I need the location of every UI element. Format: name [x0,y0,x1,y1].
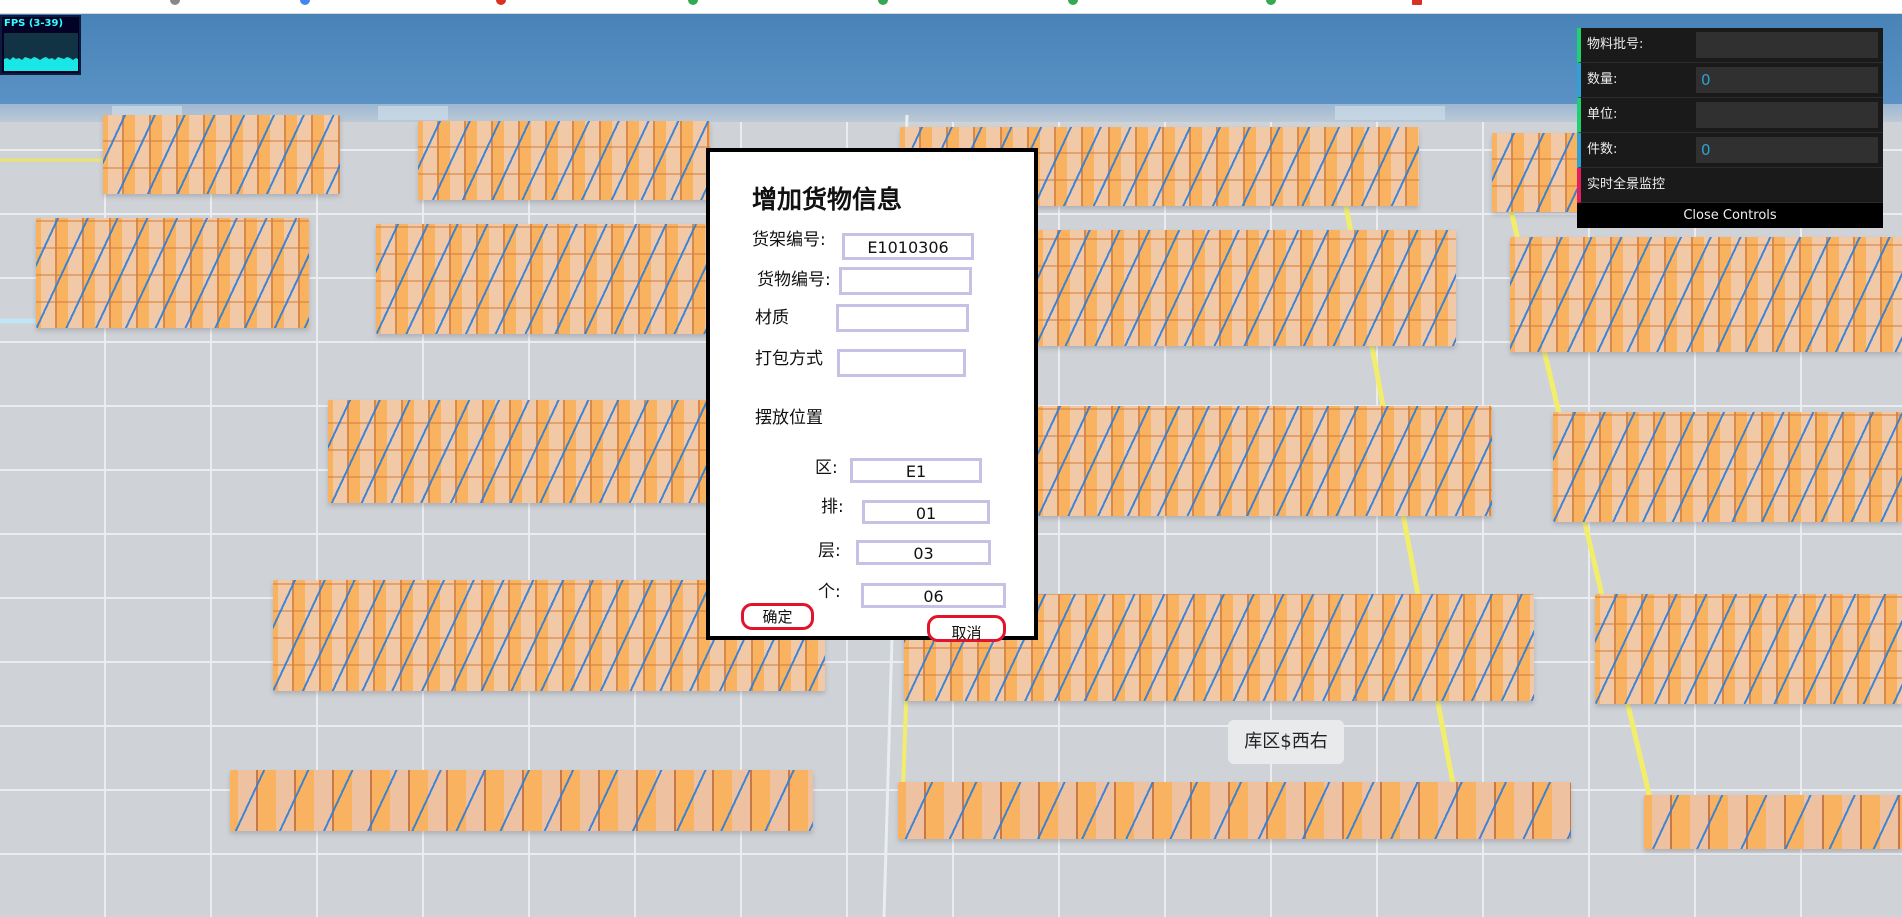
slot-input[interactable] [861,583,1006,608]
unit-row[interactable]: 单位: [1577,98,1883,133]
packing-label: 打包方式 [755,349,823,369]
confirm-button[interactable]: 确定 [741,603,814,630]
storage-rack-cluster [1644,795,1902,849]
pieces-label: 件数: [1587,142,1618,157]
panorama-monitor-label: 实时全景监控 [1587,177,1666,192]
packing-input[interactable] [837,349,966,377]
row-input[interactable] [862,500,990,524]
material-input[interactable] [836,304,969,332]
quantity-label: 数量: [1587,72,1618,87]
cancel-button[interactable]: 取消 [927,615,1006,642]
controls-panel: 物料批号: 数量: 单位: 件数: 实时全景监控 Close Controls [1577,28,1883,228]
storage-rack-cluster [376,224,710,334]
shelf-no-input[interactable] [842,233,974,260]
bookmark-icon[interactable] [1266,0,1276,5]
storage-rack-cluster [418,121,710,200]
storage-rack-cluster [1038,406,1492,516]
fps-label: FPS (3-39) [4,18,64,29]
zone-label: 库区$西右 [1228,720,1344,764]
quantity-input[interactable] [1696,67,1878,93]
fps-stats-panel[interactable]: FPS (3-39) [0,15,81,75]
bookmark-icon[interactable] [300,0,310,5]
quantity-row[interactable]: 数量: [1577,63,1883,98]
zone-field-label: 区: [815,458,838,478]
slot-field-label: 个: [818,582,841,602]
material-batch-label: 物料批号: [1587,37,1644,52]
pieces-row[interactable]: 件数: [1577,133,1883,168]
material-batch-input[interactable] [1696,32,1878,58]
storage-rack-cluster [1510,237,1902,352]
add-goods-dialog: 增加货物信息 货架编号: 货物编号: 材质 打包方式 摆放位置 区: 排: 层:… [706,148,1038,642]
bookmark-icon[interactable] [496,0,506,5]
bookmark-icon[interactable] [878,0,888,5]
close-controls-button[interactable]: Close Controls [1577,203,1883,228]
fps-graph [4,33,78,71]
goods-no-label: 货物编号: [757,270,831,290]
storage-rack-cluster [1038,230,1456,346]
storage-rack-cluster [898,782,1571,839]
storage-rack-cluster [328,400,710,503]
bookmark-icon[interactable] [1068,0,1078,5]
bookmark-icon[interactable] [688,0,698,5]
layer-input[interactable] [856,540,991,565]
storage-rack-cluster [230,770,813,831]
storage-rack-cluster [36,218,309,328]
unit-input[interactable] [1696,102,1878,128]
bookmarks-bar [0,0,1902,14]
layer-field-label: 层: [818,541,841,561]
material-batch-row[interactable]: 物料批号: [1577,28,1883,63]
row-field-label: 排: [821,497,844,517]
goods-no-input[interactable] [839,267,972,295]
storage-rack-cluster [1553,412,1902,522]
bookmark-icon[interactable] [170,0,180,5]
storage-rack-cluster [1595,594,1902,704]
position-heading: 摆放位置 [755,408,823,428]
storage-rack-cluster [103,115,340,194]
zone-input[interactable] [850,458,982,483]
material-label: 材质 [755,308,789,328]
bookmark-icon[interactable] [1412,0,1422,5]
shelf-no-label: 货架编号: [752,230,826,250]
unit-label: 单位: [1587,107,1618,122]
dialog-title: 增加货物信息 [752,185,903,214]
pieces-input[interactable] [1696,137,1878,163]
panorama-monitor-button[interactable]: 实时全景监控 [1577,168,1883,203]
